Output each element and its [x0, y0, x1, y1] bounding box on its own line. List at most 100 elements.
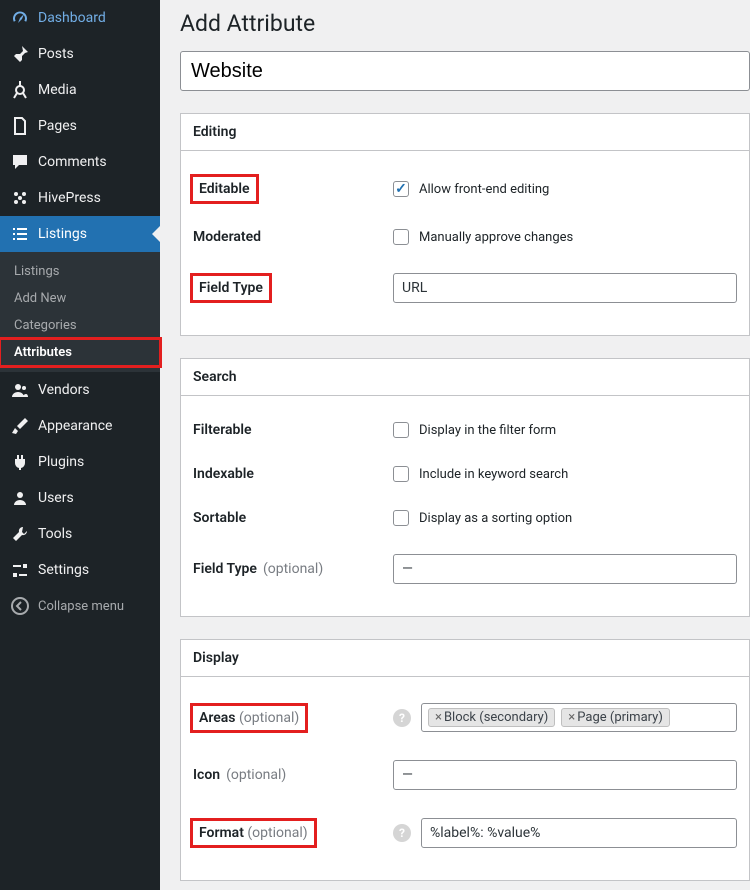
help-icon[interactable]: ?: [393, 824, 411, 842]
panel-header-search: Search: [181, 359, 749, 396]
vendors-icon: [10, 380, 30, 400]
remove-tag-icon[interactable]: ×: [568, 710, 575, 725]
format-label: Format: [199, 825, 244, 841]
menu-label: Users: [38, 490, 74, 506]
moderated-checkbox[interactable]: [393, 229, 409, 245]
collapse-label: Collapse menu: [38, 599, 124, 614]
panel-header-editing: Editing: [181, 114, 749, 151]
filterable-check-label: Display in the filter form: [419, 423, 556, 438]
sidebar-item-pages[interactable]: Pages: [0, 108, 160, 144]
format-label-box: Format (optional): [193, 821, 314, 845]
row-filterable: Filterable Display in the filter form: [193, 408, 737, 452]
panel-editing: Editing Editable Allow front-end editing…: [180, 113, 750, 336]
filterable-checkbox[interactable]: [393, 422, 409, 438]
row-editing-fieldtype: Field Type URL: [193, 259, 737, 317]
indexable-check-label: Include in keyword search: [419, 467, 568, 482]
pin-icon: [10, 44, 30, 64]
help-icon[interactable]: ?: [393, 709, 411, 727]
tag-page-primary[interactable]: ×Page (primary): [561, 708, 670, 727]
main-content: Add Attribute Editing Editable Allow fro…: [160, 0, 750, 890]
user-icon: [10, 488, 30, 508]
editable-label: Editable: [193, 177, 256, 201]
submenu-item-attributes[interactable]: Attributes: [0, 339, 160, 366]
submenu-item-categories[interactable]: Categories: [0, 312, 160, 339]
menu-label: Plugins: [38, 454, 84, 470]
search-fieldtype-label: Field Type: [193, 561, 257, 577]
sidebar-item-appearance[interactable]: Appearance: [0, 408, 160, 444]
indexable-label: Indexable: [193, 466, 393, 482]
panel-search: Search Filterable Display in the filter …: [180, 358, 750, 617]
panel-display: Display Areas (optional) ? ×Block (secon…: [180, 639, 750, 881]
display-icon-select[interactable]: —: [393, 760, 737, 790]
fieldtype-label: Field Type: [193, 276, 269, 300]
format-optional: (optional): [247, 825, 307, 841]
menu-label: Settings: [38, 562, 89, 578]
sidebar-item-listings[interactable]: Listings: [0, 216, 160, 252]
sidebar-item-settings[interactable]: Settings: [0, 552, 160, 588]
submenu-item-listings[interactable]: Listings: [0, 258, 160, 285]
menu-label: Tools: [38, 526, 72, 542]
remove-tag-icon[interactable]: ×: [435, 710, 442, 725]
sidebar-item-users[interactable]: Users: [0, 480, 160, 516]
search-fieldtype-optional: (optional): [263, 561, 323, 577]
submenu-listings: Listings Add New Categories Attributes: [0, 252, 160, 372]
areas-tag-input[interactable]: ×Block (secondary) ×Page (primary): [421, 703, 737, 732]
collapse-menu[interactable]: Collapse menu: [0, 588, 160, 624]
sidebar-item-dashboard[interactable]: Dashboard: [0, 0, 160, 36]
list-icon: [10, 224, 30, 244]
search-fieldtype-select[interactable]: —: [393, 554, 737, 584]
format-input[interactable]: %label%: %value%: [421, 818, 737, 848]
collapse-icon: [10, 596, 30, 616]
submenu-item-addnew[interactable]: Add New: [0, 285, 160, 312]
menu-label: Pages: [38, 118, 77, 134]
editing-fieldtype-select[interactable]: URL: [393, 273, 737, 303]
icon-optional: (optional): [226, 767, 286, 783]
row-search-fieldtype: Field Type (optional) —: [193, 540, 737, 598]
menu-label: Media: [38, 82, 77, 98]
row-editable: Editable Allow front-end editing: [193, 163, 737, 215]
row-sortable: Sortable Display as a sorting option: [193, 496, 737, 540]
sortable-label: Sortable: [193, 510, 393, 526]
sortable-checkbox[interactable]: [393, 510, 409, 526]
sidebar-item-plugins[interactable]: Plugins: [0, 444, 160, 480]
indexable-checkbox[interactable]: [393, 466, 409, 482]
pages-icon: [10, 116, 30, 136]
sidebar-item-tools[interactable]: Tools: [0, 516, 160, 552]
sidebar-item-vendors[interactable]: Vendors: [0, 372, 160, 408]
areas-optional: (optional): [239, 710, 299, 726]
menu-label: Vendors: [38, 382, 90, 398]
tag-block-secondary[interactable]: ×Block (secondary): [428, 708, 555, 727]
attribute-title-input[interactable]: [180, 51, 750, 91]
media-icon: [10, 80, 30, 100]
menu-label: Listings: [38, 226, 87, 242]
comment-icon: [10, 152, 30, 172]
menu-label: Dashboard: [38, 10, 106, 26]
editable-check-label: Allow front-end editing: [419, 182, 549, 197]
row-icon: Icon (optional) —: [193, 746, 737, 804]
sidebar-item-hivepress[interactable]: HivePress: [0, 180, 160, 216]
sidebar-item-media[interactable]: Media: [0, 72, 160, 108]
menu-label: Comments: [38, 154, 107, 170]
moderated-label: Moderated: [193, 229, 393, 245]
menu-label: HivePress: [38, 190, 101, 206]
sidebar-item-comments[interactable]: Comments: [0, 144, 160, 180]
menu-label: Posts: [38, 46, 74, 62]
dashboard-icon: [10, 8, 30, 28]
sortable-check-label: Display as a sorting option: [419, 511, 572, 526]
sidebar-item-posts[interactable]: Posts: [0, 36, 160, 72]
row-indexable: Indexable Include in keyword search: [193, 452, 737, 496]
row-format: Format (optional) ? %label%: %value%: [193, 804, 737, 862]
row-moderated: Moderated Manually approve changes: [193, 215, 737, 259]
moderated-check-label: Manually approve changes: [419, 230, 573, 245]
plug-icon: [10, 452, 30, 472]
icon-label: Icon: [193, 767, 220, 783]
filterable-label: Filterable: [193, 422, 393, 438]
row-areas: Areas (optional) ? ×Block (secondary) ×P…: [193, 689, 737, 746]
areas-label: Areas: [199, 710, 236, 726]
panel-header-display: Display: [181, 640, 749, 677]
editable-checkbox[interactable]: [393, 181, 409, 197]
menu-label: Appearance: [38, 418, 112, 434]
wrench-icon: [10, 524, 30, 544]
brush-icon: [10, 416, 30, 436]
sliders-icon: [10, 560, 30, 580]
